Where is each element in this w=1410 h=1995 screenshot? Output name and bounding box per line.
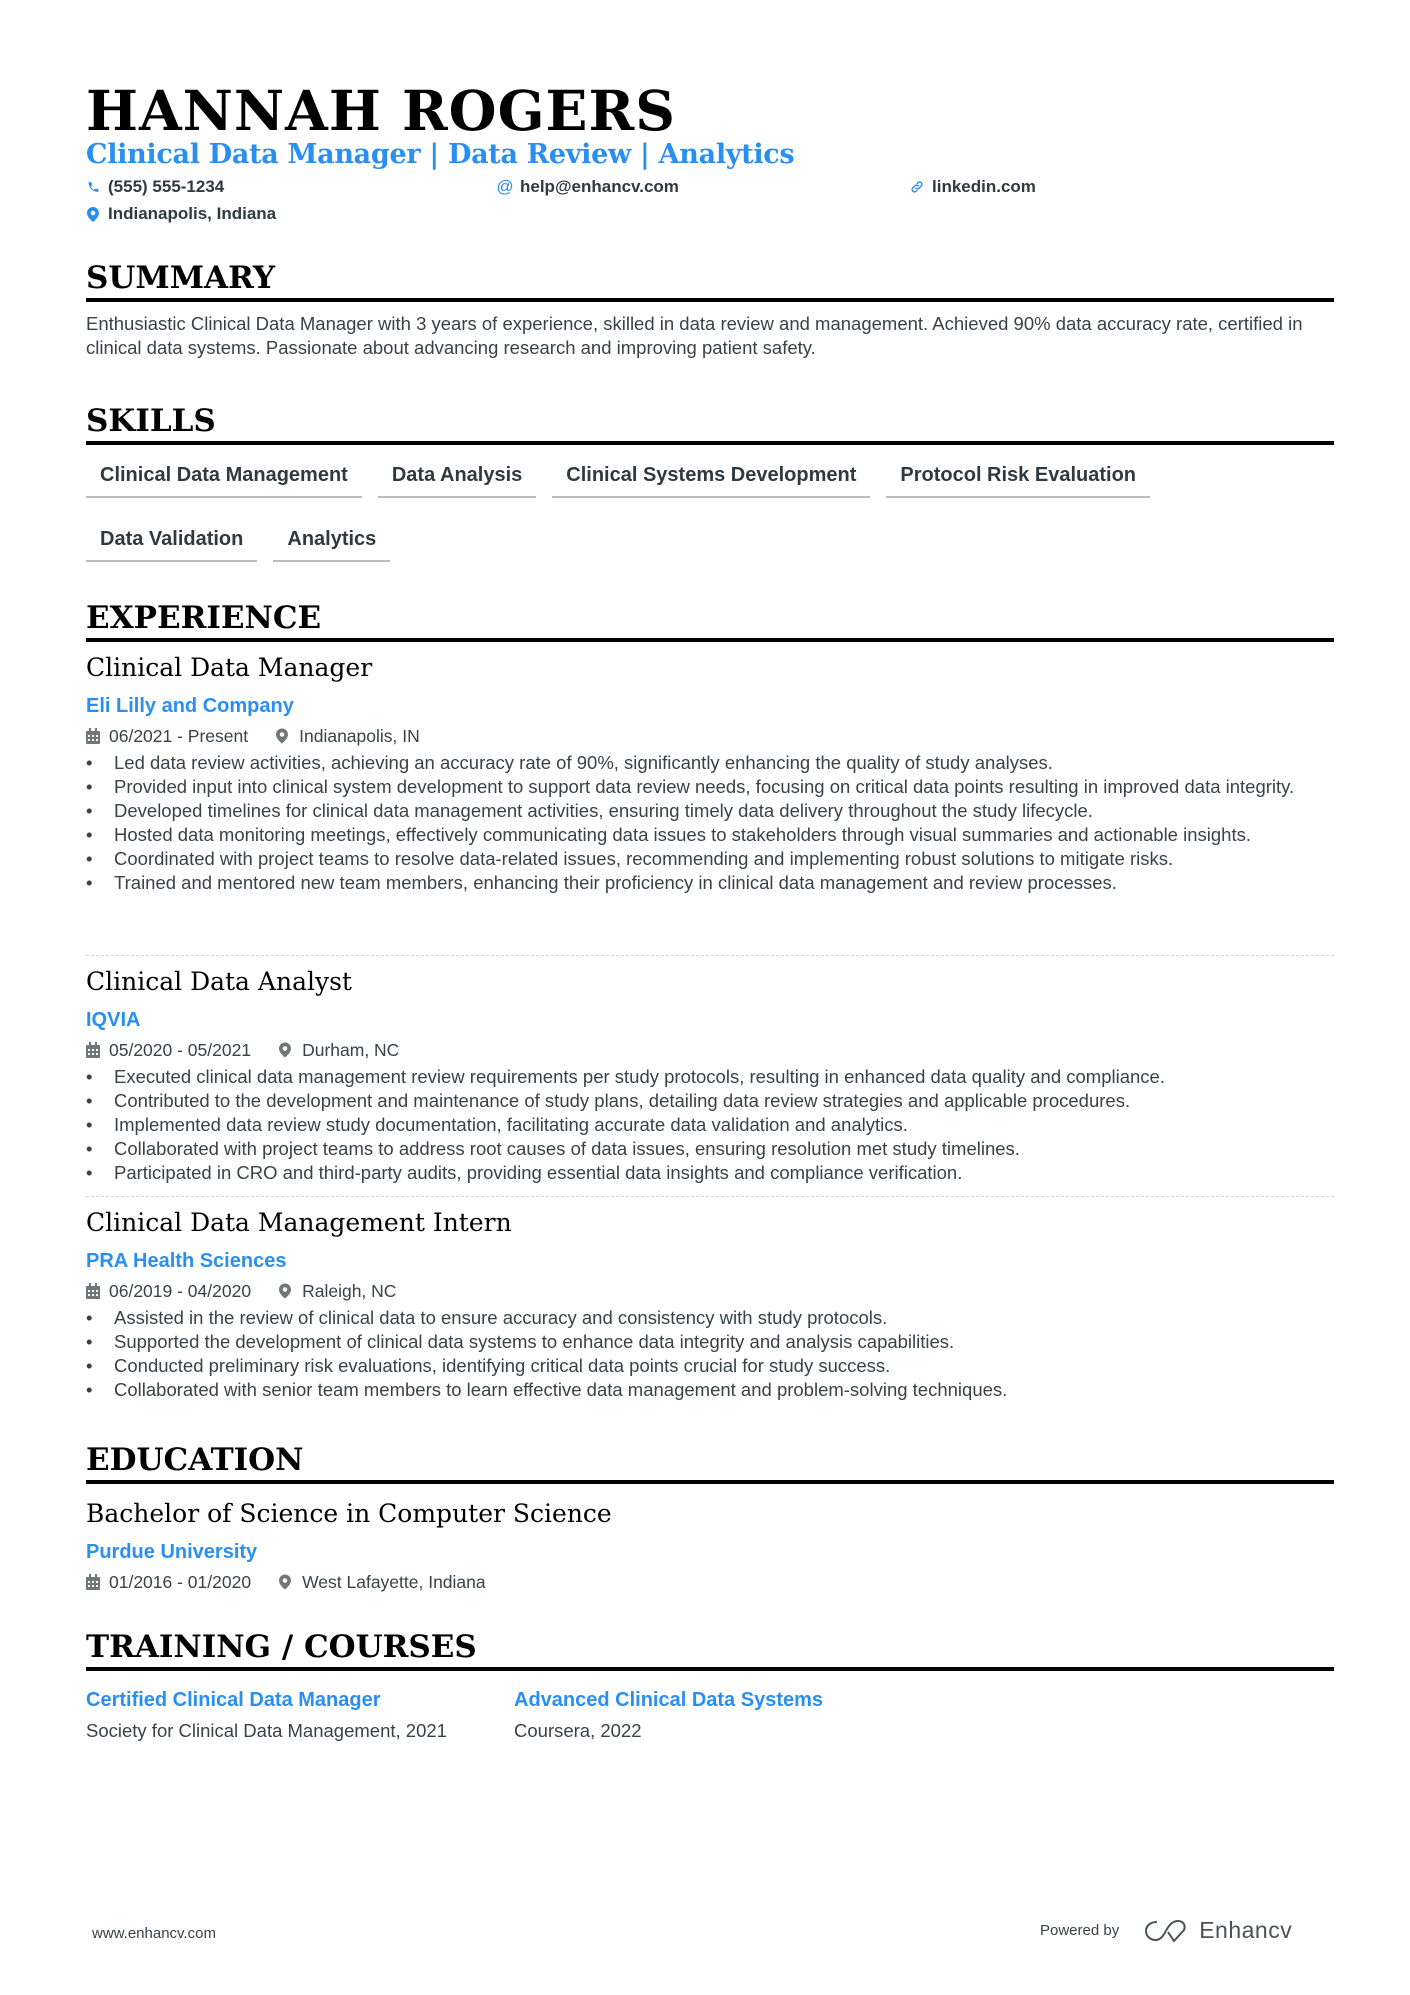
link-icon	[910, 180, 924, 194]
calendar-icon	[86, 728, 102, 744]
job-meta: 05/2020 - 05/2021 Durham, NC	[86, 1039, 399, 1061]
school-name: Purdue University	[86, 1541, 258, 1563]
job-bullets: Executed clinical data management review…	[86, 1065, 1334, 1185]
job-bullets: Assisted in the review of clinical data …	[86, 1306, 1334, 1402]
course-title: Certified Clinical Data Manager	[86, 1689, 381, 1711]
bullet-item: Led data review activities, achieving an…	[86, 751, 1334, 775]
course-title: Advanced Clinical Data Systems	[514, 1689, 824, 1711]
job-location: Indianapolis, IN	[299, 726, 420, 746]
linkedin-value[interactable]: linkedin.com	[932, 176, 1036, 198]
job-location: Durham, NC	[302, 1040, 400, 1060]
contact-linkedin[interactable]: linkedin.com	[910, 176, 1036, 198]
contact-phone: (555) 555-1234	[86, 176, 224, 198]
bullet-item: Coordinated with project teams to resolv…	[86, 847, 1334, 871]
bullet-item: Implemented data review study documentat…	[86, 1113, 1334, 1137]
candidate-name: HANNAH ROGERS	[86, 78, 676, 143]
education-heading: EDUCATION	[86, 1440, 1334, 1484]
experience-heading: EXPERIENCE	[86, 598, 1334, 642]
bullet-item: Hosted data monitoring meetings, effecti…	[86, 823, 1334, 847]
location-pin-icon	[279, 1283, 295, 1299]
contact-email[interactable]: @ help@enhancv.com	[496, 176, 679, 198]
degree-title: Bachelor of Science in Computer Science	[86, 1499, 612, 1528]
job-dates: 06/2021 - Present	[109, 726, 249, 746]
enhancv-logo[interactable]: Enhancv	[1143, 1917, 1292, 1944]
skill-tag: Data Validation	[86, 522, 258, 562]
bullet-item: Trained and mentored new team members, e…	[86, 871, 1334, 895]
course-description: Society for Clinical Data Management, 20…	[86, 1720, 447, 1741]
job-divider	[86, 1196, 1334, 1197]
job-meta: 06/2021 - Present Indianapolis, IN	[86, 725, 420, 747]
education-meta: 01/2016 - 01/2020 West Lafayette, Indian…	[86, 1571, 486, 1593]
bullet-item: Provided input into clinical system deve…	[86, 775, 1334, 799]
calendar-icon	[86, 1574, 102, 1590]
bullet-item: Contributed to the development and maint…	[86, 1089, 1334, 1113]
job-dates: 06/2019 - 04/2020	[109, 1281, 252, 1301]
phone-value: (555) 555-1234	[108, 177, 225, 196]
skill-tag: Protocol Risk Evaluation	[886, 458, 1150, 498]
education-location: West Lafayette, Indiana	[302, 1572, 486, 1592]
calendar-icon	[86, 1283, 102, 1299]
summary-heading: SUMMARY	[86, 258, 1334, 302]
bullet-item: Collaborated with senior team members to…	[86, 1378, 1334, 1402]
calendar-icon	[86, 1042, 102, 1058]
skill-tag: Analytics	[273, 522, 391, 562]
enhancv-logo-icon	[1145, 1919, 1186, 1943]
job-title: Clinical Data Management Intern	[86, 1208, 512, 1237]
job-divider	[86, 955, 1334, 956]
training-heading: TRAINING / COURSES	[86, 1627, 1334, 1671]
job-bullets: Led data review activities, achieving an…	[86, 751, 1334, 895]
powered-by-label: Powered by	[1040, 1922, 1120, 1939]
location-pin-icon	[276, 728, 292, 744]
job-location: Raleigh, NC	[302, 1281, 397, 1301]
skill-tag: Data Analysis	[377, 458, 537, 498]
contact-location: Indianapolis, Indiana	[86, 203, 276, 225]
company-name: Eli Lilly and Company	[86, 695, 294, 717]
job-title: Clinical Data Analyst	[86, 967, 352, 996]
course-description: Coursera, 2022	[514, 1720, 642, 1741]
education-dates: 01/2016 - 01/2020	[109, 1572, 252, 1592]
bullet-item: Assisted in the review of clinical data …	[86, 1306, 1334, 1330]
skills-heading: SKILLS	[86, 401, 1334, 445]
summary-text: Enthusiastic Clinical Data Manager with …	[86, 313, 1303, 358]
bullet-item: Participated in CRO and third-party audi…	[86, 1161, 1334, 1185]
skill-tag: Clinical Systems Development	[552, 458, 871, 498]
phone-icon	[86, 180, 100, 194]
bullet-item: Collaborated with project teams to addre…	[86, 1137, 1334, 1161]
job-dates: 05/2020 - 05/2021	[109, 1040, 252, 1060]
at-icon: @	[496, 177, 514, 196]
brand-name: Enhancv	[1199, 1917, 1293, 1943]
bullet-item: Supported the development of clinical da…	[86, 1330, 1334, 1354]
company-name: PRA Health Sciences	[86, 1250, 287, 1272]
skills-list: Clinical Data Management Data Analysis C…	[86, 458, 1334, 562]
bullet-item: Conducted preliminary risk evaluations, …	[86, 1354, 1334, 1378]
job-meta: 06/2019 - 04/2020 Raleigh, NC	[86, 1280, 396, 1302]
bullet-item: Executed clinical data management review…	[86, 1065, 1334, 1089]
email-value[interactable]: help@enhancv.com	[520, 176, 679, 198]
footer-website[interactable]: www.enhancv.com	[92, 1925, 216, 1942]
company-name: IQVIA	[86, 1009, 141, 1031]
bullet-item: Developed timelines for clinical data ma…	[86, 799, 1334, 823]
skill-tag: Clinical Data Management	[86, 458, 362, 498]
candidate-headline: Clinical Data Manager | Data Review | An…	[86, 139, 795, 170]
footer-branding: Powered by Enhancv	[1040, 1917, 1292, 1944]
location-pin-icon	[86, 206, 100, 222]
location-pin-icon	[279, 1574, 295, 1590]
location-pin-icon	[279, 1042, 295, 1058]
job-title: Clinical Data Manager	[86, 653, 373, 682]
location-value: Indianapolis, Indiana	[108, 204, 277, 223]
